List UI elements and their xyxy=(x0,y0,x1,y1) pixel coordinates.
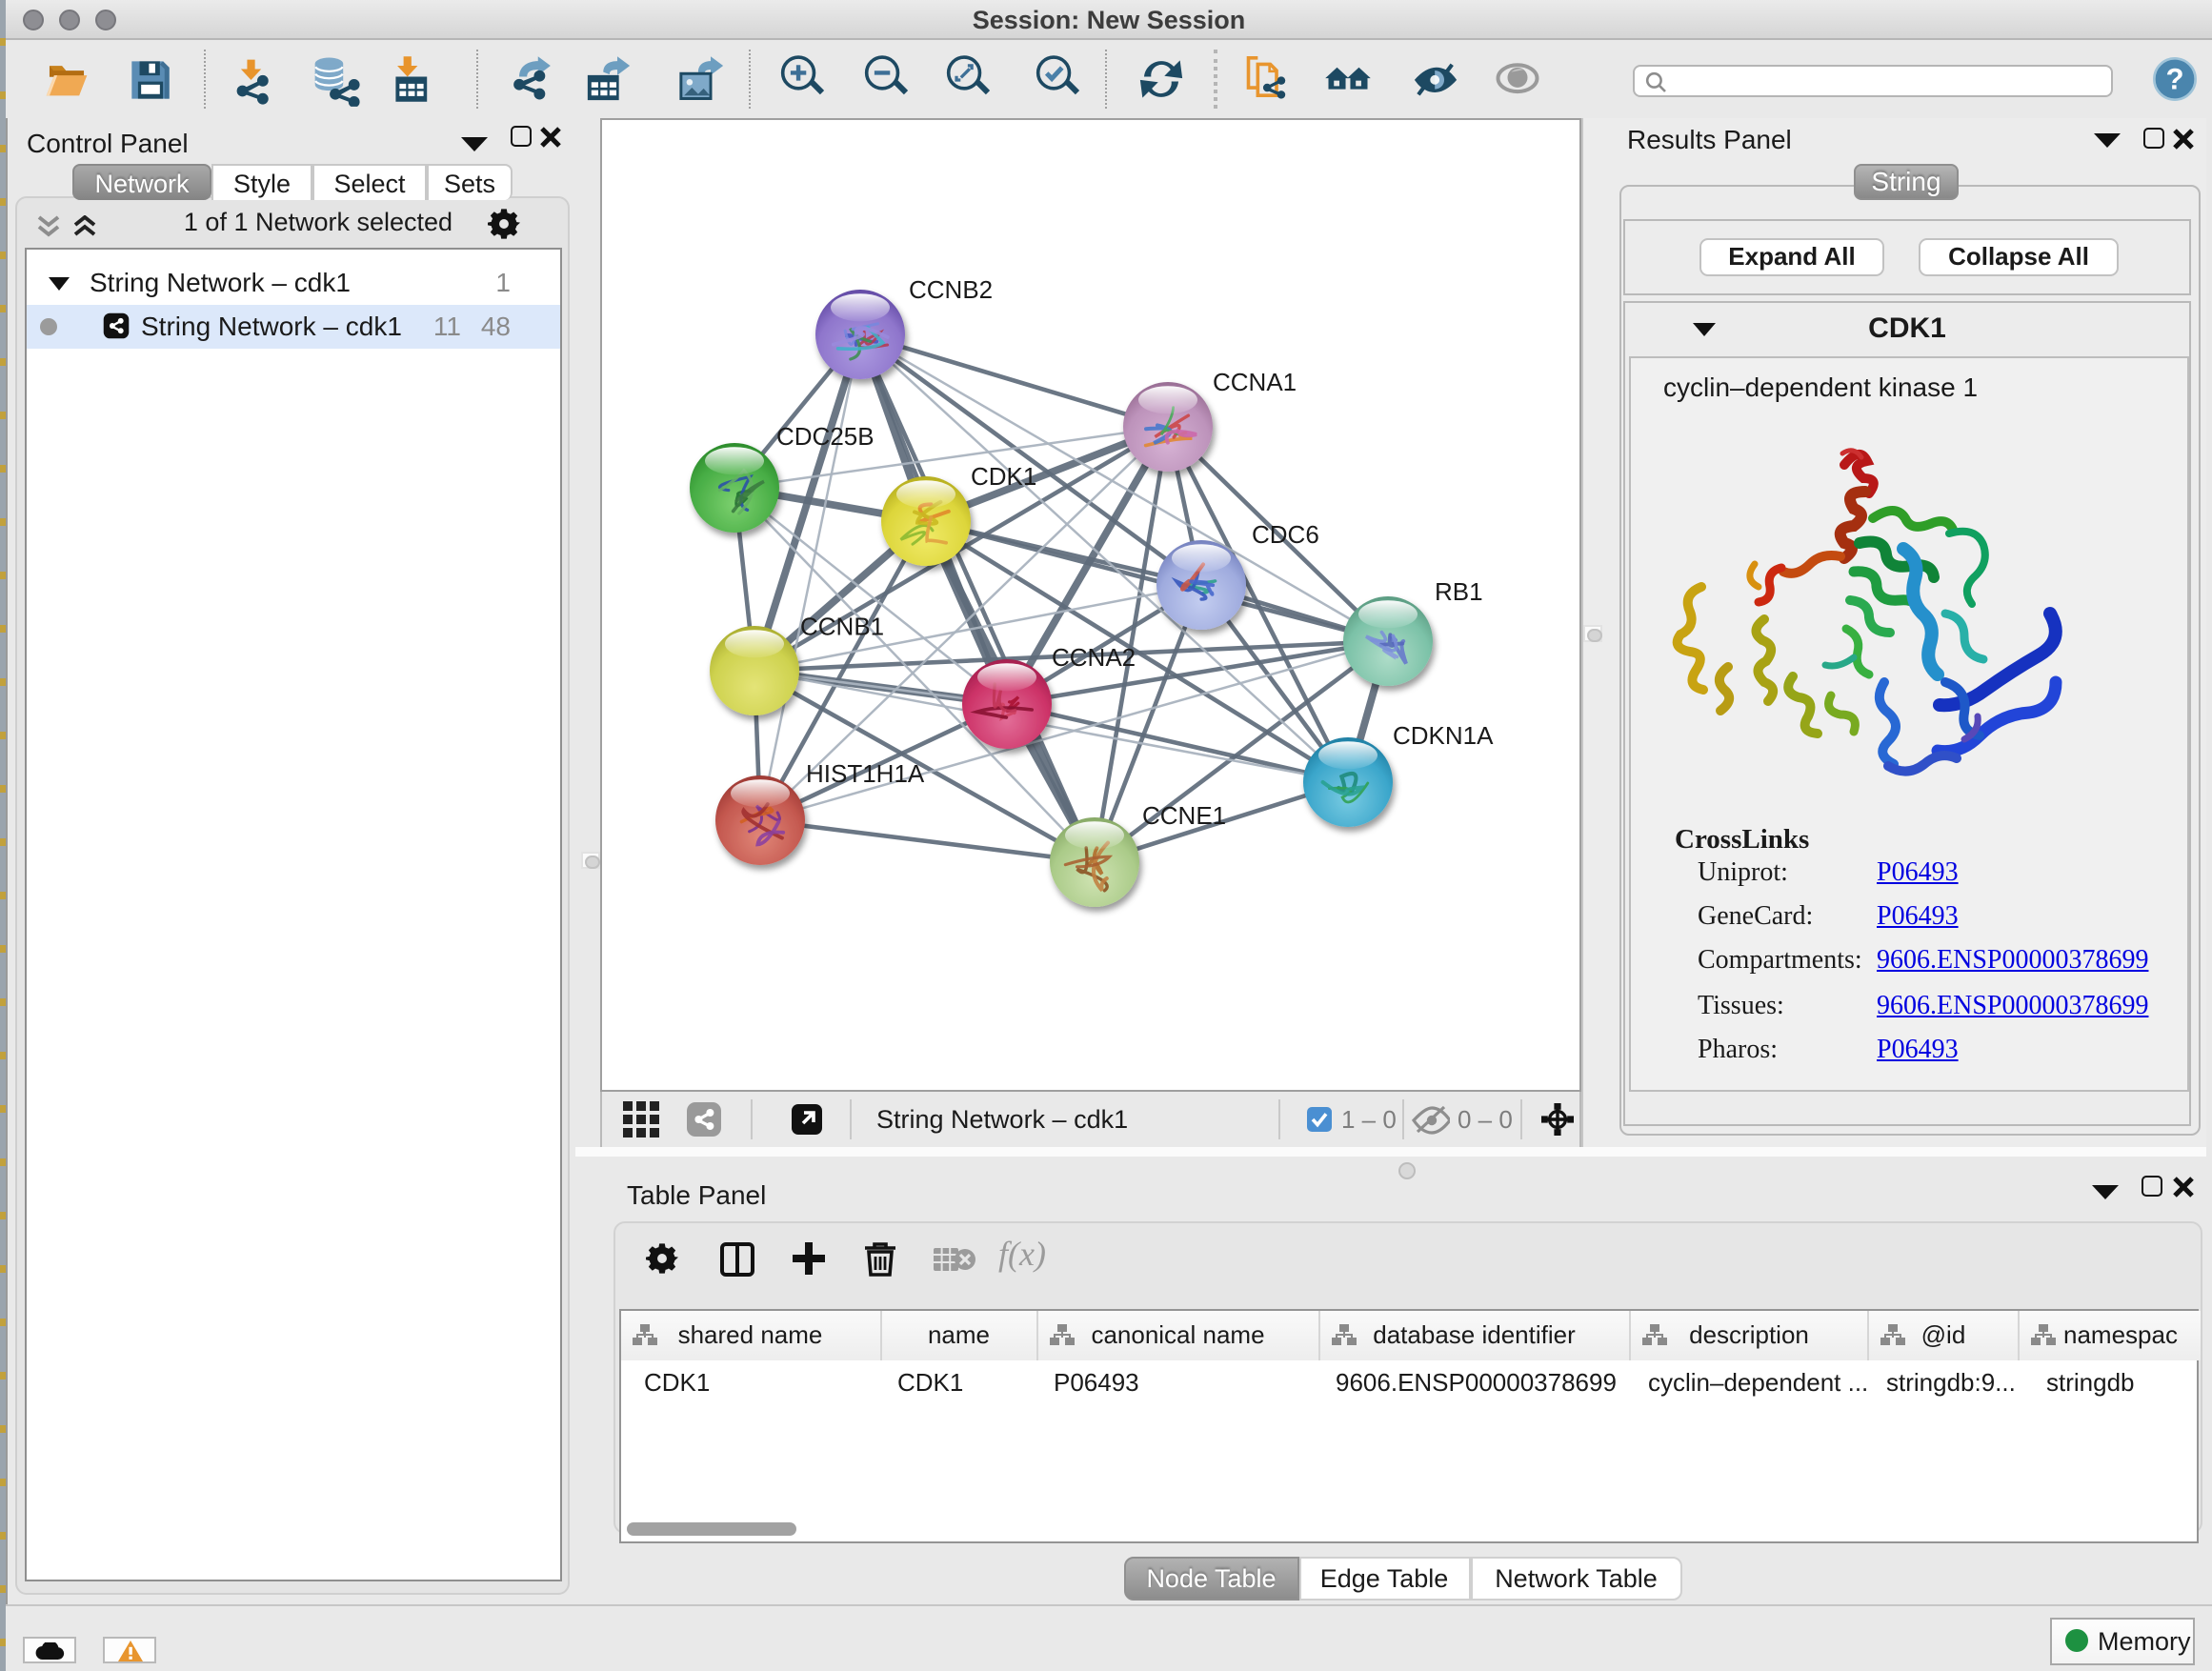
svg-text:CDC25B: CDC25B xyxy=(776,422,875,451)
svg-text:CCNB2: CCNB2 xyxy=(909,275,993,304)
svg-text:CCNA2: CCNA2 xyxy=(1052,643,1136,672)
svg-text:CDK1: CDK1 xyxy=(971,462,1036,491)
svg-text:CCNA1: CCNA1 xyxy=(1213,368,1297,396)
svg-text:CDC6: CDC6 xyxy=(1252,520,1319,549)
svg-text:?: ? xyxy=(2165,63,2183,96)
svg-text:CDKN1A: CDKN1A xyxy=(1393,721,1494,750)
svg-text:CCNE1: CCNE1 xyxy=(1142,801,1226,830)
svg-text:CCNB1: CCNB1 xyxy=(800,613,884,641)
svg-text:RB1: RB1 xyxy=(1435,577,1483,606)
svg-text:HIST1H1A: HIST1H1A xyxy=(806,759,925,788)
